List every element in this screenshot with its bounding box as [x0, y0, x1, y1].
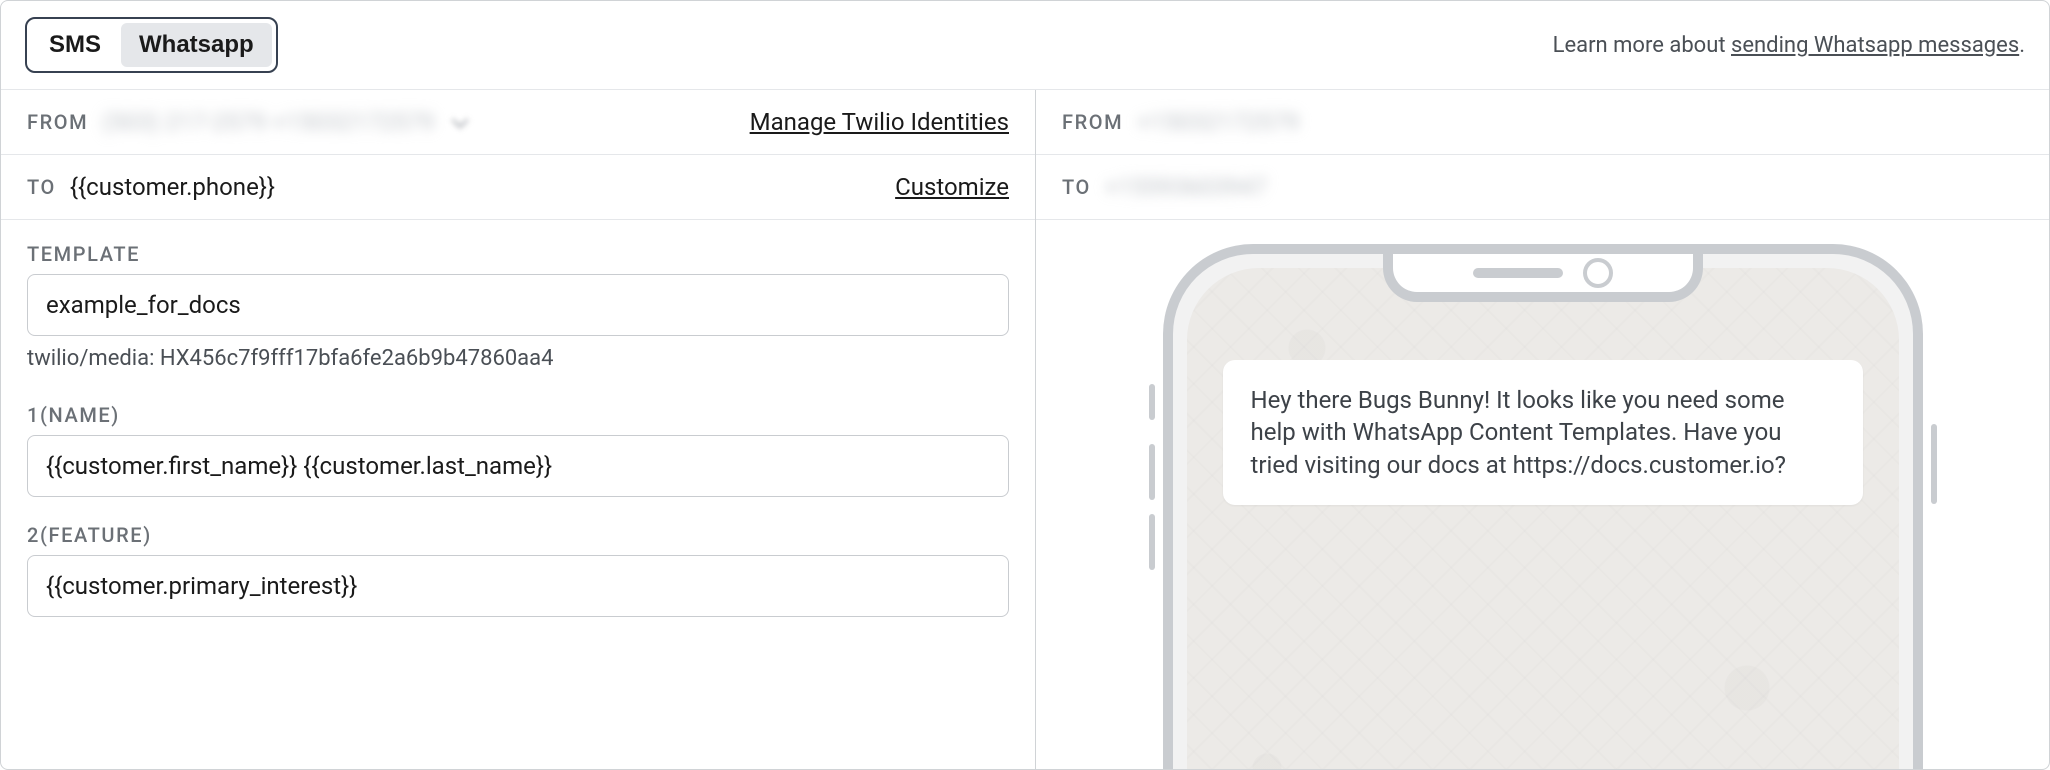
field1-label: 1(NAME) — [27, 403, 1009, 427]
field1-input[interactable] — [27, 435, 1009, 497]
preview-from-row: FROM +15032172579 — [1036, 90, 2049, 155]
preview-to-label: TO — [1062, 175, 1091, 199]
preview-from-label: FROM — [1062, 110, 1123, 134]
preview-to-row: TO +15593603947 — [1036, 155, 2049, 220]
phone-side-button-icon — [1149, 384, 1155, 420]
template-label: TEMPLATE — [27, 242, 1009, 266]
from-value-redacted: (503) 217-2579 +15032172579 — [102, 108, 434, 136]
to-value: {{customer.phone}} — [70, 173, 275, 201]
header-row: SMS Whatsapp Learn more about sending Wh… — [1, 1, 2049, 89]
phone-frame: Hey there Bugs Bunny! It looks like you … — [1163, 244, 1923, 770]
preview-panel: FROM +15032172579 TO +15593603947 Hey th… — [1036, 90, 2049, 769]
phone-side-button-icon — [1931, 424, 1937, 504]
chevron-down-icon[interactable] — [452, 112, 469, 129]
phone-side-button-icon — [1149, 444, 1155, 500]
preview-to-value-redacted: +15593603947 — [1105, 173, 1267, 201]
tab-sms[interactable]: SMS — [31, 23, 119, 67]
learn-more-link[interactable]: sending Whatsapp messages — [1731, 33, 2019, 58]
manage-twilio-identities-link[interactable]: Manage Twilio Identities — [750, 108, 1009, 136]
from-row: FROM (503) 217-2579 +15032172579 Manage … — [1, 90, 1035, 155]
to-row: TO {{customer.phone}} Customize — [1, 155, 1035, 220]
learn-more-suffix: . — [2019, 33, 2025, 58]
learn-more-text: Learn more about sending Whatsapp messag… — [1553, 33, 2025, 58]
customize-to-link[interactable]: Customize — [895, 173, 1009, 201]
template-hint: twilio/media: HX456c7f9fff17bfa6fe2a6b9b… — [27, 346, 1009, 371]
phone-screen: Hey there Bugs Bunny! It looks like you … — [1187, 268, 1899, 770]
from-label: FROM — [27, 110, 88, 134]
template-input[interactable] — [27, 274, 1009, 336]
learn-more-prefix: Learn more about — [1553, 33, 1731, 58]
compose-panel: FROM (503) 217-2579 +15032172579 Manage … — [1, 90, 1036, 769]
channel-tabs: SMS Whatsapp — [25, 17, 278, 73]
phone-notch-icon — [1383, 254, 1703, 302]
field2-label: 2(FEATURE) — [27, 523, 1009, 547]
preview-from-value-redacted: +15032172579 — [1137, 108, 1299, 136]
to-label: TO — [27, 175, 56, 199]
field2-input[interactable] — [27, 555, 1009, 617]
preview-body: Hey there Bugs Bunny! It looks like you … — [1036, 220, 2049, 770]
message-editor-panel: SMS Whatsapp Learn more about sending Wh… — [0, 0, 2050, 770]
template-body: TEMPLATE twilio/media: HX456c7f9fff17bfa… — [1, 220, 1035, 769]
message-bubble: Hey there Bugs Bunny! It looks like you … — [1223, 360, 1863, 505]
phone-preview: Hey there Bugs Bunny! It looks like you … — [1163, 244, 1923, 770]
phone-side-button-icon — [1149, 514, 1155, 570]
tab-whatsapp[interactable]: Whatsapp — [121, 23, 272, 67]
split-panels: FROM (503) 217-2579 +15032172579 Manage … — [1, 89, 2049, 769]
